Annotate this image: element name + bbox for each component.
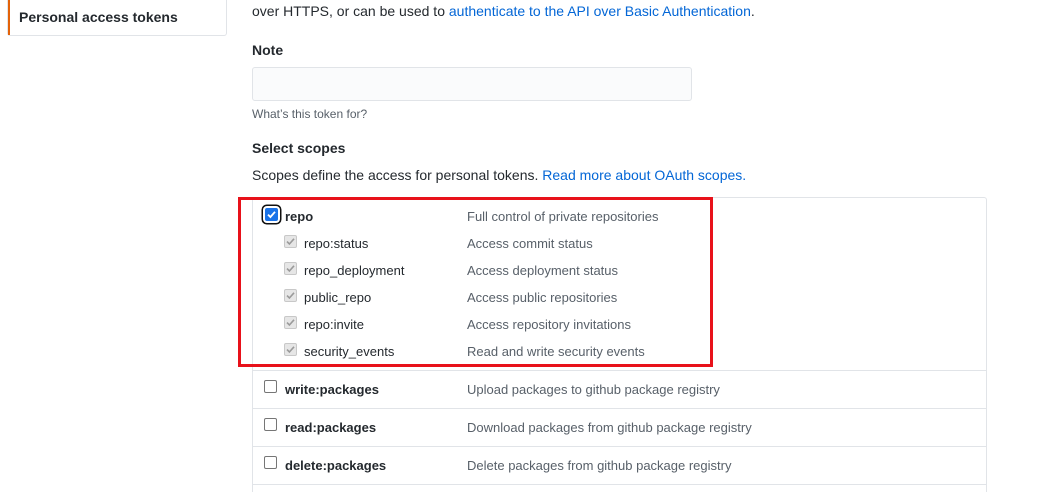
- note-label: Note: [252, 42, 284, 58]
- scope-desc: Access public repositories: [467, 290, 618, 305]
- page: Personal access tokens over HTTPS, or ca…: [0, 0, 1047, 492]
- note-hint: What’s this token for?: [252, 107, 368, 121]
- scope-row-delete-packages: delete:packages Delete packages from git…: [253, 455, 986, 475]
- scope-row-repo-status: repo:status Access commit status: [253, 233, 986, 253]
- oauth-scopes-link[interactable]: Read more about OAuth scopes.: [542, 167, 746, 183]
- select-scopes-heading: Select scopes: [252, 140, 346, 156]
- scope-desc: Access commit status: [467, 236, 593, 251]
- scope-divider: [253, 408, 986, 409]
- scope-name: delete:packages: [285, 458, 387, 473]
- scope-desc: Delete packages from github package regi…: [467, 458, 732, 473]
- scope-checkbox-delete-packages[interactable]: [264, 456, 277, 469]
- scope-name: repo:status: [304, 236, 369, 251]
- scope-name: read:packages: [285, 420, 377, 435]
- scopes-desc-text: Scopes define the access for personal to…: [252, 167, 543, 183]
- scope-row-write-packages: write:packages Upload packages to github…: [253, 379, 986, 399]
- settings-sidebar: Personal access tokens: [7, 0, 227, 36]
- scope-checkbox-repo-status[interactable]: [284, 235, 297, 248]
- checkmark-icon: [286, 319, 295, 327]
- scope-row-read-packages: read:packages Download packages from git…: [253, 417, 986, 437]
- basic-auth-link[interactable]: authenticate to the API over Basic Authe…: [449, 3, 751, 19]
- checkmark-icon: [286, 292, 295, 300]
- scope-row-security-events: security_events Read and write security …: [253, 341, 986, 361]
- checkmark-icon: [267, 211, 276, 219]
- scope-checkbox-repo-invite[interactable]: [284, 316, 297, 329]
- scope-name: repo:invite: [304, 317, 364, 332]
- scope-desc: Download packages from github package re…: [467, 420, 752, 435]
- intro-text: over HTTPS, or can be used to authentica…: [252, 3, 755, 19]
- scope-checkbox-public-repo[interactable]: [284, 289, 297, 302]
- scope-name: security_events: [304, 344, 395, 359]
- scope-desc: Access repository invitations: [467, 317, 632, 332]
- note-input[interactable]: [252, 67, 692, 101]
- scope-row-repo-invite: repo:invite Access repository invitation…: [253, 314, 986, 334]
- scope-divider: [253, 484, 986, 485]
- checkmark-icon: [286, 346, 295, 354]
- scope-divider: [253, 370, 986, 371]
- scope-desc: Upload packages to github package regist…: [467, 382, 720, 397]
- scope-checkbox-read-packages[interactable]: [264, 418, 277, 431]
- scope-checkbox-repo-deployment[interactable]: [284, 262, 297, 275]
- checkmark-icon: [286, 238, 295, 246]
- scope-row-repo-deployment: repo_deployment Access deployment status: [253, 260, 986, 280]
- scope-row-public-repo: public_repo Access public repositories: [253, 287, 986, 307]
- sidebar-item-label: Personal access tokens: [19, 9, 178, 25]
- scope-desc: Access deployment status: [467, 263, 619, 278]
- intro-prefix: over HTTPS, or can be used to: [252, 3, 449, 19]
- scope-checkbox-repo[interactable]: [265, 208, 278, 221]
- scope-name: repo: [285, 209, 314, 224]
- scope-name: repo_deployment: [304, 263, 405, 278]
- scope-desc: Read and write security events: [467, 344, 645, 359]
- scope-row-repo: repo Full control of private repositorie…: [253, 206, 986, 226]
- scopes-list: repo Full control of private repositorie…: [252, 197, 987, 492]
- sidebar-item-personal-access-tokens[interactable]: Personal access tokens: [8, 0, 226, 35]
- scope-checkbox-write-packages[interactable]: [264, 380, 277, 393]
- intro-suffix: .: [750, 3, 755, 19]
- checkmark-icon: [286, 265, 295, 273]
- scope-name: public_repo: [304, 290, 372, 305]
- scope-divider: [253, 446, 986, 447]
- scope-name: write:packages: [285, 382, 379, 397]
- scopes-description: Scopes define the access for personal to…: [252, 167, 746, 183]
- scope-desc: Full control of private repositories: [467, 209, 659, 224]
- scope-checkbox-security-events[interactable]: [284, 343, 297, 356]
